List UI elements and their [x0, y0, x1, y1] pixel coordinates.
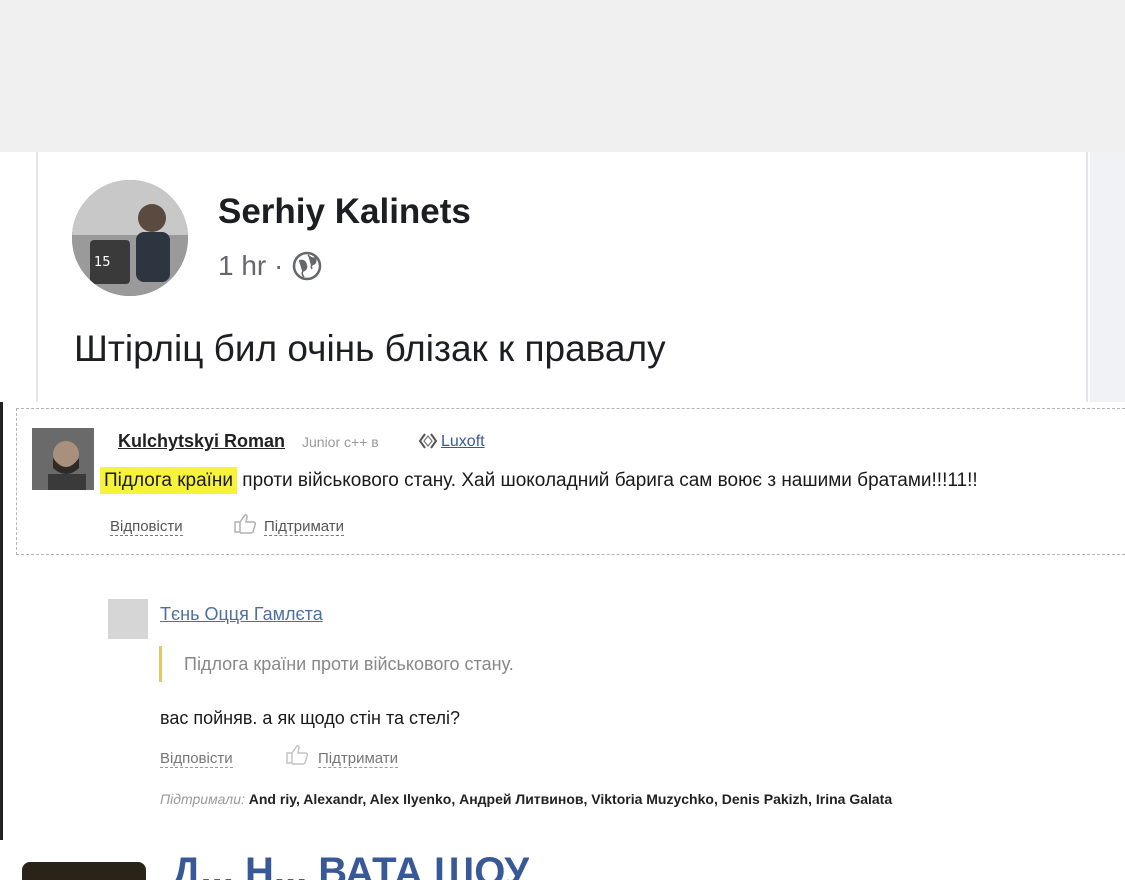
post-meta: 1 hr · [218, 250, 323, 282]
post-time[interactable]: 1 hr · [218, 250, 283, 282]
comment-1-text: Підлога країни проти військового стану. … [100, 467, 978, 494]
comment-2-author[interactable]: Тєнь Оцця Гамлєта [160, 604, 323, 625]
comment-2-support-link[interactable]: Підтримати [318, 750, 399, 768]
comment-1-role: Junior c++ в [302, 434, 379, 450]
comment-2-avatar[interactable] [108, 599, 148, 639]
thumbs-up-icon[interactable] [232, 512, 258, 534]
comment-1-reply-link[interactable]: Відповісти [110, 518, 183, 536]
top-background [0, 0, 1125, 152]
comment-2-reply-link[interactable]: Відповісти [160, 750, 233, 768]
comment-1-author[interactable]: Kulchytskyi Roman [118, 431, 285, 452]
comment-1-avatar[interactable] [32, 428, 94, 490]
highlighted-phrase: Підлога країни [100, 467, 238, 494]
post-author-name[interactable]: Serhiy Kalinets [218, 192, 471, 232]
next-post-strip [0, 840, 1125, 880]
globe-icon[interactable] [291, 250, 323, 282]
comment-1-support-link[interactable]: Підтримати [264, 518, 345, 536]
thumbs-up-icon[interactable] [284, 743, 310, 765]
next-post-avatar[interactable] [22, 862, 146, 880]
supporters-names[interactable]: And riy, Alexandr, Alex Ilyenko, Андрей … [249, 791, 892, 807]
comment-1-company-link[interactable]: Luxoft [441, 433, 485, 451]
author-avatar[interactable]: 15 [72, 180, 188, 296]
quote-bar [159, 646, 162, 682]
post-text: Штірліц бил очінь блізак к правалу [74, 328, 666, 369]
supporters-label: Підтримали: [160, 791, 245, 807]
comment-2-quote: Підлога країни проти військового стану. [184, 654, 514, 674]
feed-gutter [1090, 152, 1125, 402]
next-post-title[interactable]: Д... Н... ВАТА ШОУ [172, 852, 529, 880]
avatar-photo: 15 [72, 180, 188, 296]
comment-2-supporters: Підтримали: And riy, Alexandr, Alex Ilye… [160, 791, 892, 807]
comment-2-text: вас пойняв. а як щодо стін та стелі? [160, 708, 461, 728]
comment-1-text-rest: проти військового стану. Хай шоколадний … [237, 470, 978, 491]
luxoft-logo-icon [418, 433, 438, 449]
svg-text:15: 15 [94, 255, 111, 270]
user-photo [32, 428, 94, 490]
